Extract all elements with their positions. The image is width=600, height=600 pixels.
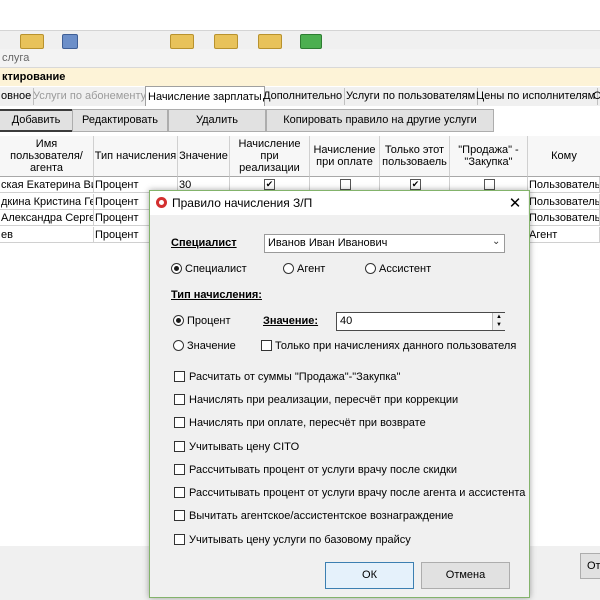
tab-main[interactable]: овное bbox=[0, 88, 35, 105]
column-header[interactable]: Тип начисления bbox=[94, 136, 178, 177]
role-agent-label[interactable]: Агент bbox=[297, 263, 325, 275]
realization-checkbox[interactable]: ✔ bbox=[264, 179, 275, 190]
folder-icon[interactable] bbox=[20, 34, 44, 49]
tab-executor-prices[interactable]: Цены по исполнителям bbox=[474, 88, 599, 105]
spin-up-icon[interactable]: ▲ bbox=[492, 313, 505, 321]
option-checkbox[interactable] bbox=[174, 441, 185, 452]
option-label[interactable]: Учитывать цену CITO bbox=[189, 441, 299, 453]
accrual-percent-label[interactable]: Процент bbox=[187, 315, 231, 327]
role-specialist-radio[interactable] bbox=[171, 263, 182, 274]
add-button[interactable]: Добавить bbox=[0, 109, 74, 132]
window-title: слуга bbox=[2, 52, 30, 64]
table-cell-whom[interactable]: Пользователь bbox=[528, 177, 600, 193]
accrual-value-radio[interactable] bbox=[173, 340, 184, 351]
accrual-type-label: Тип начисления: bbox=[171, 289, 262, 301]
tab-user-services[interactable]: Услуги по пользователям bbox=[344, 88, 479, 105]
value-label: Значение: bbox=[263, 315, 319, 327]
table-cell-name[interactable]: ев bbox=[0, 227, 94, 243]
option-label[interactable]: Начислять при реализации, пересчёт при к… bbox=[189, 394, 458, 406]
option-checkbox[interactable] bbox=[174, 464, 185, 475]
section-label: ктирование bbox=[2, 71, 66, 83]
dialog-title: Правило начисления З/П bbox=[172, 196, 313, 210]
column-header[interactable]: Имя пользователя/агента bbox=[0, 136, 94, 177]
edit-button[interactable]: Редактировать bbox=[72, 109, 168, 132]
tab-additional[interactable]: Дополнительно bbox=[261, 88, 346, 105]
option-checkbox[interactable] bbox=[174, 487, 185, 498]
role-assistant-radio[interactable] bbox=[365, 263, 376, 274]
close-icon[interactable]: ✕ bbox=[508, 194, 522, 212]
table-cell-whom[interactable]: Пользователь bbox=[528, 194, 600, 210]
ok-button[interactable]: ОК bbox=[325, 562, 414, 589]
column-header[interactable]: Начисление при оплате bbox=[310, 136, 380, 177]
column-header[interactable]: Начисление при реализации bbox=[230, 136, 310, 177]
option-label[interactable]: Расчитать от суммы "Продажа"-"Закупка" bbox=[189, 371, 400, 383]
tab-subscription-services[interactable]: Услуги по абонементу bbox=[31, 88, 150, 105]
accrual-percent-radio[interactable] bbox=[173, 315, 184, 326]
column-header[interactable]: Кому bbox=[528, 136, 600, 177]
app-logo-icon bbox=[156, 197, 167, 208]
payment-checkbox[interactable] bbox=[340, 179, 351, 190]
option-label[interactable]: Учитывать цену услуги по базовому прайсу bbox=[189, 534, 411, 546]
section-header bbox=[0, 68, 600, 86]
option-label[interactable]: Вычитать агентское/ассистентское вознагр… bbox=[189, 510, 453, 522]
option-checkbox[interactable] bbox=[174, 510, 185, 521]
role-agent-radio[interactable] bbox=[283, 263, 294, 274]
folder-icon[interactable] bbox=[258, 34, 282, 49]
sale-purchase-checkbox[interactable] bbox=[484, 179, 495, 190]
option-label[interactable]: Рассчитывать процент от услуги врачу пос… bbox=[189, 464, 457, 476]
export-icon[interactable] bbox=[300, 34, 322, 49]
document-icon[interactable] bbox=[62, 34, 78, 49]
specialist-label: Специалист bbox=[171, 237, 237, 249]
option-label[interactable]: Рассчитывать процент от услуги врачу пос… bbox=[189, 487, 525, 499]
chevron-down-icon[interactable]: ⌄ bbox=[492, 236, 500, 247]
option-checkbox[interactable] bbox=[174, 371, 185, 382]
only-user-checkbox[interactable]: ✔ bbox=[410, 179, 421, 190]
table-cell-whom[interactable]: Пользователь bbox=[528, 210, 600, 226]
table-cell-name[interactable]: дкина Кристина Ге bbox=[0, 194, 94, 210]
value-input[interactable] bbox=[336, 312, 505, 331]
tab-more[interactable]: С bbox=[591, 88, 600, 105]
role-assistant-label[interactable]: Ассистент bbox=[379, 263, 431, 275]
option-checkbox[interactable] bbox=[174, 534, 185, 545]
folder-icon[interactable] bbox=[214, 34, 238, 49]
table-cell-whom[interactable]: Агент bbox=[528, 227, 600, 243]
column-header[interactable]: Значение bbox=[178, 136, 230, 177]
folder-icon[interactable] bbox=[170, 34, 194, 49]
copy-rule-button[interactable]: Копировать правило на другие услуги bbox=[266, 109, 494, 132]
only-user-accruals-label[interactable]: Только при начислениях данного пользоват… bbox=[275, 340, 516, 352]
cancel-button-partial[interactable]: От bbox=[580, 553, 600, 579]
table-cell-name[interactable]: Александра Сергее bbox=[0, 210, 94, 226]
window-titlebar bbox=[0, 49, 600, 68]
spin-down-icon[interactable]: ▼ bbox=[492, 321, 505, 330]
option-label[interactable]: Начислять при оплате, пересчёт при возвр… bbox=[189, 417, 426, 429]
option-checkbox[interactable] bbox=[174, 394, 185, 405]
tab-salary[interactable]: Начисление зарплаты bbox=[145, 86, 265, 107]
value-text: 40 bbox=[340, 315, 353, 327]
cancel-button[interactable]: Отмена bbox=[421, 562, 510, 589]
column-header[interactable]: "Продажа" - "Закупка" bbox=[450, 136, 528, 177]
column-header[interactable]: Только этот пользоваель bbox=[380, 136, 450, 177]
role-specialist-label[interactable]: Специалист bbox=[185, 263, 247, 275]
top-strip bbox=[0, 0, 600, 31]
table-cell-name[interactable]: ская Екатерина Ви bbox=[0, 177, 94, 193]
delete-button[interactable]: Удалить bbox=[168, 109, 266, 132]
option-checkbox[interactable] bbox=[174, 417, 185, 428]
specialist-value: Иванов Иван Иванович bbox=[268, 237, 388, 249]
only-user-accruals-checkbox[interactable] bbox=[261, 340, 272, 351]
accrual-value-label[interactable]: Значение bbox=[187, 340, 236, 352]
